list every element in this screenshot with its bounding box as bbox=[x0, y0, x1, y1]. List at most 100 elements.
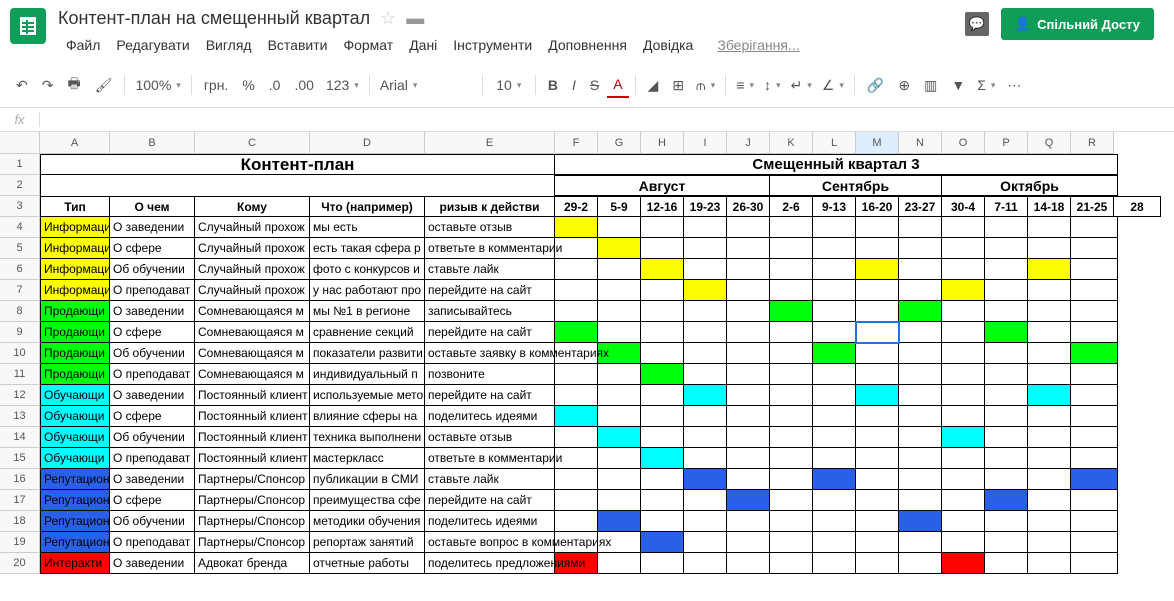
schedule-cell[interactable] bbox=[899, 217, 942, 238]
cell-cta[interactable]: перейдите на сайт bbox=[425, 322, 555, 343]
schedule-cell[interactable] bbox=[942, 280, 985, 301]
schedule-cell[interactable] bbox=[985, 469, 1028, 490]
schedule-cell[interactable] bbox=[942, 532, 985, 553]
schedule-cell[interactable] bbox=[899, 427, 942, 448]
cell-what[interactable]: методики обучения bbox=[310, 511, 425, 532]
cell-who[interactable]: Партнеры/Спонсор bbox=[195, 532, 310, 553]
zoom-select[interactable]: 100% bbox=[131, 75, 184, 95]
cell-about[interactable]: О преподават bbox=[110, 448, 195, 469]
col-header-D[interactable]: D bbox=[310, 132, 425, 154]
schedule-cell[interactable] bbox=[555, 406, 598, 427]
menu-file[interactable]: Файл bbox=[58, 33, 108, 57]
col-header-8[interactable]: 19-23 bbox=[684, 196, 727, 217]
col-header-14[interactable]: 30-4 bbox=[942, 196, 985, 217]
cell-type[interactable]: Продающи bbox=[40, 301, 110, 322]
schedule-cell[interactable] bbox=[942, 385, 985, 406]
schedule-cell[interactable] bbox=[1071, 553, 1118, 574]
cell-about[interactable]: Об обучении bbox=[110, 427, 195, 448]
month-header[interactable]: Сентябрь bbox=[770, 175, 942, 196]
schedule-cell[interactable] bbox=[727, 532, 770, 553]
schedule-cell[interactable] bbox=[813, 490, 856, 511]
schedule-cell[interactable] bbox=[985, 259, 1028, 280]
schedule-cell[interactable] bbox=[942, 301, 985, 322]
schedule-cell[interactable] bbox=[727, 217, 770, 238]
schedule-cell[interactable] bbox=[899, 469, 942, 490]
schedule-cell[interactable] bbox=[598, 322, 641, 343]
cell-about[interactable]: Об обучении bbox=[110, 511, 195, 532]
cell-cta[interactable]: поделитесь идеями bbox=[425, 406, 555, 427]
schedule-cell[interactable] bbox=[813, 469, 856, 490]
col-header-F[interactable]: F bbox=[555, 132, 598, 154]
schedule-cell[interactable] bbox=[727, 343, 770, 364]
schedule-cell[interactable] bbox=[985, 532, 1028, 553]
cell-who[interactable]: Сомневающаяся м bbox=[195, 343, 310, 364]
schedule-cell[interactable] bbox=[985, 553, 1028, 574]
schedule-cell[interactable] bbox=[770, 427, 813, 448]
month-header[interactable]: Октябрь bbox=[942, 175, 1118, 196]
share-button[interactable]: 👤 Спільний Досту bbox=[1001, 8, 1154, 40]
schedule-cell[interactable] bbox=[856, 238, 899, 259]
schedule-cell[interactable] bbox=[641, 406, 684, 427]
col-header-A[interactable]: A bbox=[40, 132, 110, 154]
schedule-cell[interactable] bbox=[899, 490, 942, 511]
schedule-cell[interactable] bbox=[598, 238, 641, 259]
col-header-4[interactable]: ризыв к действи bbox=[425, 196, 555, 217]
cell-who[interactable]: Адвокат бренда bbox=[195, 553, 310, 574]
col-header-J[interactable]: J bbox=[727, 132, 770, 154]
schedule-cell[interactable] bbox=[985, 280, 1028, 301]
schedule-cell[interactable] bbox=[641, 259, 684, 280]
row-header[interactable]: 5 bbox=[0, 238, 40, 259]
schedule-cell[interactable] bbox=[985, 343, 1028, 364]
schedule-cell[interactable] bbox=[641, 469, 684, 490]
schedule-cell[interactable] bbox=[1071, 322, 1118, 343]
chart-button[interactable]: ▥ bbox=[918, 73, 943, 98]
schedule-cell[interactable] bbox=[727, 490, 770, 511]
schedule-cell[interactable] bbox=[770, 490, 813, 511]
cell-cta[interactable]: перейдите на сайт bbox=[425, 280, 555, 301]
cell-what[interactable]: отчетные работы bbox=[310, 553, 425, 574]
cell-who[interactable]: Партнеры/Спонсор bbox=[195, 490, 310, 511]
month-header[interactable]: Август bbox=[555, 175, 770, 196]
schedule-cell[interactable] bbox=[598, 448, 641, 469]
col-header-15[interactable]: 7-11 bbox=[985, 196, 1028, 217]
cell-about[interactable]: О заведении bbox=[110, 385, 195, 406]
schedule-cell[interactable] bbox=[770, 259, 813, 280]
schedule-cell[interactable] bbox=[813, 553, 856, 574]
schedule-cell[interactable] bbox=[985, 490, 1028, 511]
schedule-cell[interactable] bbox=[555, 259, 598, 280]
cell-who[interactable]: Сомневающаяся м bbox=[195, 364, 310, 385]
schedule-cell[interactable] bbox=[684, 280, 727, 301]
row-header[interactable]: 13 bbox=[0, 406, 40, 427]
schedule-cell[interactable] bbox=[555, 490, 598, 511]
schedule-cell[interactable] bbox=[555, 427, 598, 448]
schedule-cell[interactable] bbox=[942, 322, 985, 343]
schedule-cell[interactable] bbox=[684, 553, 727, 574]
italic-button[interactable]: I bbox=[566, 73, 582, 97]
cell-about[interactable]: Об обучении bbox=[110, 259, 195, 280]
wrap-button[interactable]: ↵ bbox=[787, 75, 816, 96]
schedule-cell[interactable] bbox=[1028, 553, 1071, 574]
cell-what[interactable]: мы №1 в регионе bbox=[310, 301, 425, 322]
schedule-cell[interactable] bbox=[813, 280, 856, 301]
schedule-cell[interactable] bbox=[598, 490, 641, 511]
schedule-cell[interactable] bbox=[770, 364, 813, 385]
cell-what[interactable]: техника выполнени bbox=[310, 427, 425, 448]
schedule-cell[interactable] bbox=[598, 301, 641, 322]
col-header-K[interactable]: K bbox=[770, 132, 813, 154]
comments-icon[interactable]: 💬 bbox=[965, 12, 989, 36]
cell-type[interactable]: Обучающи bbox=[40, 406, 110, 427]
title-content-plan[interactable]: Контент-план bbox=[40, 154, 555, 175]
sheets-logo[interactable] bbox=[10, 8, 46, 44]
schedule-cell[interactable] bbox=[727, 259, 770, 280]
col-header-11[interactable]: 9-13 bbox=[813, 196, 856, 217]
schedule-cell[interactable] bbox=[555, 511, 598, 532]
row-header[interactable]: 7 bbox=[0, 280, 40, 301]
col-header-13[interactable]: 23-27 bbox=[899, 196, 942, 217]
row-header[interactable]: 14 bbox=[0, 427, 40, 448]
menu-view[interactable]: Вигляд bbox=[198, 33, 260, 57]
schedule-cell[interactable] bbox=[942, 406, 985, 427]
schedule-cell[interactable] bbox=[985, 364, 1028, 385]
schedule-cell[interactable] bbox=[1028, 469, 1071, 490]
schedule-cell[interactable] bbox=[641, 343, 684, 364]
menu-addons[interactable]: Доповнення bbox=[540, 33, 635, 57]
